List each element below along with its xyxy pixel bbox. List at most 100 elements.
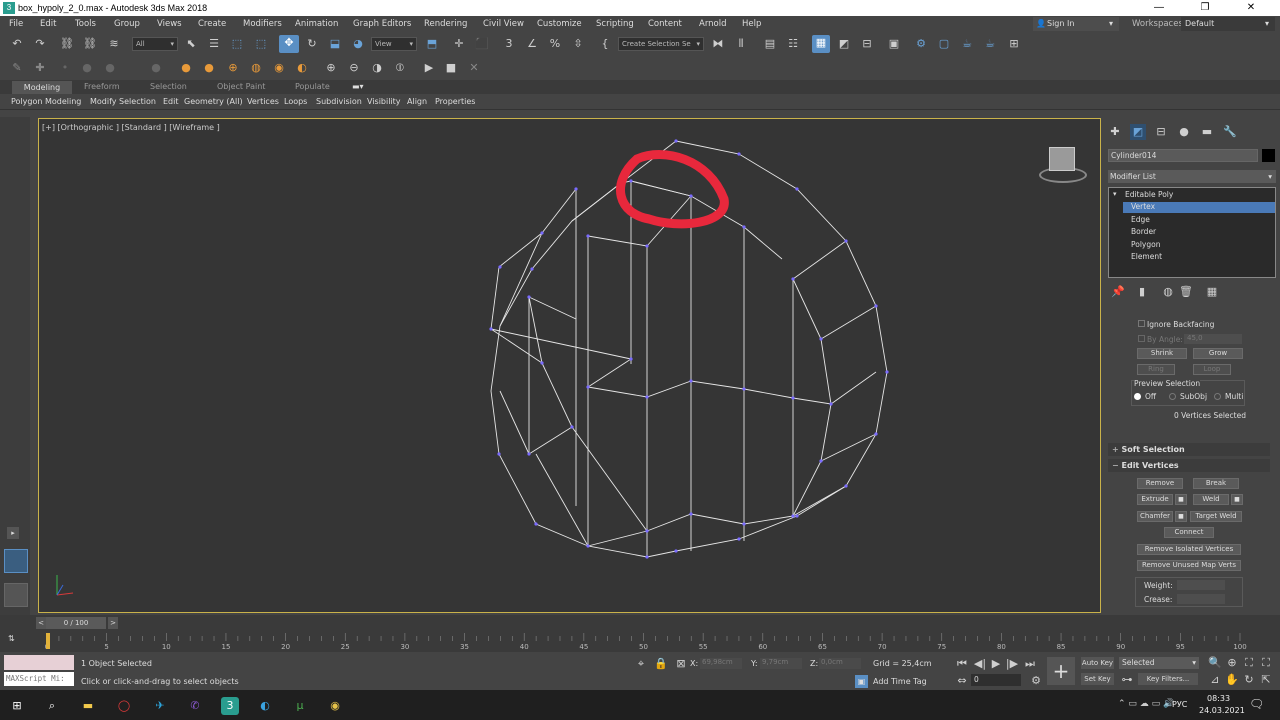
pan-icon[interactable]: ✋ (1224, 672, 1240, 688)
half-sphere-icon[interactable]: ◑ (369, 60, 385, 76)
telegram-icon[interactable]: ✈ (151, 697, 169, 715)
tab-selection[interactable]: Selection (150, 82, 187, 91)
viewport-layout-icon[interactable] (4, 549, 28, 573)
geosphere-icon[interactable]: ⊕ (225, 60, 241, 76)
render-online-icon[interactable]: ⊞ (1006, 36, 1022, 52)
zoom-icon[interactable]: 🔍 (1207, 655, 1223, 671)
pivot-center-icon[interactable]: ⬒ (424, 36, 440, 52)
chamfer-button[interactable]: Chamfer (1137, 511, 1173, 522)
time-configuration-icon[interactable]: ⚙ (1028, 673, 1044, 689)
modify-tab-icon[interactable]: ◩ (1130, 124, 1146, 140)
break-button[interactable]: Break (1193, 478, 1239, 489)
grow-button[interactable]: Grow (1193, 348, 1243, 359)
chamfer-settings-icon[interactable]: ■ (1175, 511, 1187, 522)
track-bar-toggle-icon[interactable]: ⇅ (8, 634, 15, 643)
menu-item[interactable]: Customize (537, 19, 582, 29)
key-mode-icon[interactable]: ⇔ (954, 673, 970, 689)
spinner-snap-icon[interactable]: ⇳ (570, 36, 586, 52)
viewport[interactable] (38, 118, 1101, 613)
hierarchy-tab-icon[interactable]: ⊟ (1153, 124, 1169, 140)
viewport-layout-icon[interactable] (4, 583, 28, 607)
menu-item[interactable]: Help (742, 19, 761, 29)
utorrent-icon[interactable]: μ (291, 697, 309, 715)
teapot-icon[interactable]: ● (178, 60, 194, 76)
move-icon[interactable]: ✥ (279, 35, 299, 53)
schematic-view-icon[interactable]: ⊟ (859, 36, 875, 52)
scale-icon[interactable]: ⬓ (327, 36, 343, 52)
render-setup-icon[interactable]: ⚙ (913, 36, 929, 52)
menu-item[interactable]: Civil View (483, 19, 524, 29)
remove-isolated-vertices-button[interactable]: Remove Isolated Vertices (1137, 544, 1241, 555)
connect-button[interactable]: Connect (1164, 527, 1214, 538)
stack-item-border[interactable]: Border (1131, 227, 1156, 236)
select-by-name-icon[interactable]: ☰ (206, 36, 222, 52)
ribbon-polygon-modeling[interactable]: Polygon Modeling (11, 97, 81, 106)
render-production-icon[interactable]: ☕ (959, 36, 975, 52)
tab-freeform[interactable]: Freeform (84, 82, 120, 91)
menu-item[interactable]: Group (114, 19, 140, 29)
utilities-tab-icon[interactable]: 🔧 (1222, 124, 1238, 140)
create-tab-icon[interactable]: ✚ (1107, 124, 1123, 140)
remove-unused-map-verts-button[interactable]: Remove Unused Map Verts (1137, 560, 1241, 571)
stack-item-vertex[interactable]: Vertex (1131, 202, 1155, 211)
extrude-button[interactable]: Extrude (1137, 494, 1173, 505)
weld-settings-icon[interactable]: ■ (1231, 494, 1243, 505)
keyboard-shortcut-icon[interactable]: ⬛ (474, 36, 490, 52)
link-icon[interactable]: ⛓ (59, 36, 75, 52)
reference-coordinate-select[interactable]: View ▾ (371, 37, 417, 51)
time-slider-thumb[interactable]: 0 / 100 (46, 617, 106, 629)
modifier-list-select[interactable]: Modifier List ▾ (1108, 170, 1276, 183)
angle-spinner[interactable]: 45,0 (1184, 334, 1242, 344)
shrink-button[interactable]: Shrink (1137, 348, 1187, 359)
ribbon-loops[interactable]: Loops (284, 97, 307, 106)
menu-item[interactable]: Animation (295, 19, 338, 29)
weld-button[interactable]: Weld (1193, 494, 1229, 505)
pin-stack-icon[interactable]: 📌 (1110, 284, 1126, 300)
menu-item[interactable]: Rendering (424, 19, 467, 29)
stack-item-element[interactable]: Element (1131, 252, 1162, 261)
soft-selection-rollout[interactable]: + Soft Selection (1108, 443, 1270, 456)
previous-frame-icon[interactable]: ◀| (972, 656, 988, 672)
remove-button[interactable]: Remove (1137, 478, 1183, 489)
clock-time[interactable]: 08:33 (1207, 694, 1230, 703)
loop-button[interactable]: Loop (1193, 364, 1231, 375)
key-filter-icon[interactable]: ⊶ (1119, 672, 1135, 688)
bind-spacewarp-icon[interactable]: ≋ (106, 36, 122, 52)
notifications-icon[interactable]: 🗨 (1249, 697, 1264, 711)
language-indicator[interactable]: РУС (1172, 700, 1187, 709)
menu-item[interactable]: Modifiers (243, 19, 282, 29)
minimize-button[interactable]: — (1136, 1, 1182, 15)
z-coordinate-field[interactable]: 0,0cm (819, 658, 861, 669)
stack-item-edge[interactable]: Edge (1131, 215, 1150, 224)
edge-icon[interactable]: ◐ (256, 697, 274, 715)
window-crossing-icon[interactable]: ⬚ (253, 36, 269, 52)
undo-icon[interactable]: ↶ (9, 36, 25, 52)
viewcube-icon[interactable] (1035, 143, 1089, 183)
menu-item[interactable]: Arnold (699, 19, 727, 29)
rendered-frame-window-icon[interactable]: ▢ (936, 36, 952, 52)
field-of-view-icon[interactable]: ⊿ (1207, 672, 1223, 688)
workspace-select[interactable]: Default ▾ (1181, 17, 1275, 31)
object-color-swatch[interactable] (1262, 149, 1275, 162)
go-to-end-icon[interactable]: ⏭ (1022, 656, 1038, 672)
selection-lock-icon[interactable]: 🔒 (653, 656, 669, 672)
zoom-all-icon[interactable]: ⊕ (1224, 655, 1240, 671)
play-icon[interactable]: ▶ (421, 60, 437, 76)
search-icon[interactable]: ⌕ (43, 697, 61, 715)
place-icon[interactable]: ◕ (350, 36, 366, 52)
set-key-big-icon[interactable]: + (1047, 657, 1075, 685)
zoom-extents-all-icon[interactable]: ⛶ (1258, 655, 1274, 671)
ribbon-options-icon[interactable]: ▬▾ (352, 82, 364, 91)
layer-explorer-icon[interactable]: ☷ (785, 36, 801, 52)
menu-item[interactable]: Tools (75, 19, 96, 29)
close-small-icon[interactable]: ✕ (466, 60, 482, 76)
isolate-selection-icon[interactable]: ⌖ (633, 656, 649, 672)
set-key-button[interactable]: Set Key (1081, 673, 1114, 685)
tray-icons[interactable]: ⌃ ▭ ☁ ▭ 🔊 (1118, 699, 1174, 709)
viber-icon[interactable]: ✆ (186, 697, 204, 715)
ignore-backfacing-checkbox[interactable] (1138, 320, 1145, 327)
rotate-icon[interactable]: ↻ (304, 36, 320, 52)
ribbon-align[interactable]: Align (407, 97, 427, 106)
ribbon-geometry[interactable]: Geometry (All) (184, 97, 243, 106)
curve-editor-icon[interactable]: ◩ (836, 36, 852, 52)
